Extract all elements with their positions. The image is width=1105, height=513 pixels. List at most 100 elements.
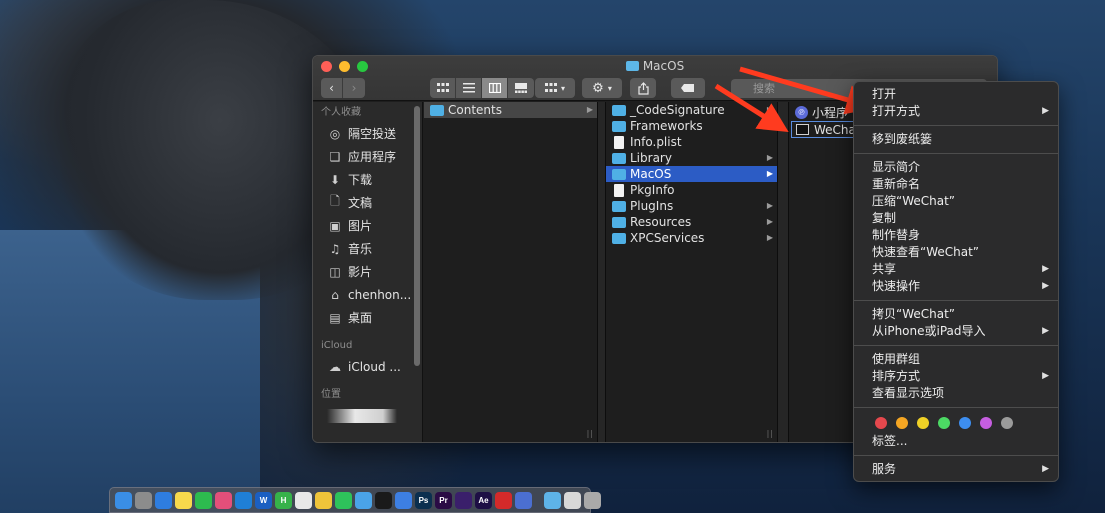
- column-resize-handle[interactable]: ||: [587, 429, 594, 438]
- list-item[interactable]: PkgInfo: [606, 182, 777, 198]
- list-item[interactable]: Contents ▶: [424, 102, 597, 118]
- sidebar-item-music[interactable]: ♫ 音乐: [313, 237, 422, 260]
- sidebar-item-applications[interactable]: ❑ 应用程序: [313, 145, 422, 168]
- list-item[interactable]: Resources ▶: [606, 214, 777, 230]
- menu-item-share[interactable]: 共享 ▶: [854, 261, 1058, 278]
- menu-item-duplicate[interactable]: 复制: [854, 210, 1058, 227]
- sidebar-item-desktop[interactable]: ▤ 桌面: [313, 306, 422, 329]
- grid-icon: [436, 83, 449, 92]
- tag-color-dot-6[interactable]: [1001, 417, 1013, 429]
- column-resize-handle[interactable]: ||: [767, 429, 774, 438]
- menu-item-move-to-trash[interactable]: 移到废纸篓: [854, 131, 1058, 148]
- list-item[interactable]: PlugIns ▶: [606, 198, 777, 214]
- sidebar-item-home[interactable]: ⌂ chenhon...: [313, 283, 422, 306]
- sidebar-item-label: 影片: [348, 265, 373, 279]
- view-mode-control: [430, 78, 534, 98]
- menu-item-show-view-options[interactable]: 查看显示选项: [854, 385, 1058, 402]
- menu-item-open[interactable]: 打开: [854, 86, 1058, 103]
- sidebar-item-downloads[interactable]: ⬇ 下载: [313, 168, 422, 191]
- drive-icon[interactable]: [564, 491, 581, 509]
- list-view-button[interactable]: [456, 78, 482, 98]
- sidebar-item-icloud-drive[interactable]: ☁ iCloud ...: [313, 355, 422, 378]
- menu-item-sort-by[interactable]: 排序方式 ▶: [854, 368, 1058, 385]
- tag-color-dot-0[interactable]: [875, 417, 887, 429]
- sidebar-item-pictures[interactable]: ▣ 图片: [313, 214, 422, 237]
- sidebar-item-label: iCloud ...: [348, 359, 401, 374]
- menu-item-compress[interactable]: 压缩“WeChat”: [854, 193, 1058, 210]
- gear-icon: ⚙: [592, 80, 604, 96]
- forward-button[interactable]: ›: [343, 78, 365, 98]
- list-item[interactable]: Library ▶: [606, 150, 777, 166]
- menu-item-make-alias[interactable]: 制作替身: [854, 227, 1058, 244]
- tag-color-dot-1[interactable]: [896, 417, 908, 429]
- menu-item-quick-actions[interactable]: 快速操作 ▶: [854, 278, 1058, 295]
- safari-icon[interactable]: [155, 491, 172, 509]
- wechat-icon[interactable]: [335, 491, 352, 509]
- file-icon: [614, 135, 624, 149]
- app-icon[interactable]: [455, 491, 472, 509]
- sidebar-item-label: 下载: [348, 173, 373, 187]
- menu-item-quick-look[interactable]: 快速查看“WeChat”: [854, 244, 1058, 261]
- menu-item-import-from-iphone[interactable]: 从iPhone或iPad导入 ▶: [854, 323, 1058, 340]
- intellij-icon[interactable]: [215, 491, 232, 509]
- group-button[interactable]: ▾: [535, 78, 575, 98]
- share-button[interactable]: [630, 78, 656, 98]
- terminal-icon[interactable]: [375, 491, 392, 509]
- folder-icon: [612, 120, 626, 132]
- list-item[interactable]: Info.plist: [606, 134, 777, 150]
- menu-item-get-info[interactable]: 显示简介: [854, 159, 1058, 176]
- column-view-button[interactable]: [482, 78, 508, 98]
- notes-icon[interactable]: [175, 491, 192, 509]
- menu-item-open-with[interactable]: 打开方式 ▶: [854, 103, 1058, 120]
- action-button[interactable]: ⚙ ▾: [582, 78, 622, 98]
- premiere-icon[interactable]: Pr: [435, 491, 452, 509]
- sidebar-item-airdrop[interactable]: ◎ 隔空投送: [313, 122, 422, 145]
- tag-color-dot-4[interactable]: [959, 417, 971, 429]
- wechat-devtools-icon[interactable]: [195, 491, 212, 509]
- sidebar-item-movies[interactable]: ◫ 影片: [313, 260, 422, 283]
- menu-item-copy[interactable]: 拷贝“WeChat”: [854, 306, 1058, 323]
- word-icon[interactable]: W: [255, 491, 272, 509]
- context-menu: 打开 打开方式 ▶ 移到废纸篓 显示简介 重新命名 压缩“WeChat” 复制 制…: [853, 81, 1059, 482]
- list-item[interactable]: _CodeSignature ▶: [606, 102, 777, 118]
- list-item-selected[interactable]: MacOS ▶: [606, 166, 777, 182]
- column-divider[interactable]: [778, 102, 789, 442]
- maps-icon[interactable]: [395, 491, 412, 509]
- photoshop-icon[interactable]: Ps: [415, 491, 432, 509]
- submenu-arrow-icon: ▶: [1042, 464, 1049, 474]
- menu-item-label: 共享: [872, 262, 897, 276]
- messages-icon[interactable]: [295, 491, 312, 509]
- gallery-view-button[interactable]: [508, 78, 534, 98]
- menu-item-use-groups[interactable]: 使用群组: [854, 351, 1058, 368]
- aftereffects-icon[interactable]: Ae: [475, 491, 492, 509]
- sidebar-scrollbar[interactable]: [414, 106, 420, 366]
- menu-item-rename[interactable]: 重新命名: [854, 176, 1058, 193]
- icon-view-button[interactable]: [430, 78, 456, 98]
- launchpad-icon[interactable]: [135, 491, 152, 509]
- column-divider[interactable]: [598, 102, 606, 442]
- back-button[interactable]: ‹: [321, 78, 344, 98]
- iqiyi-icon[interactable]: [495, 491, 512, 509]
- menu-item-label: 服务: [872, 462, 897, 476]
- app2-icon[interactable]: [515, 491, 532, 509]
- vscode-icon[interactable]: [235, 491, 252, 509]
- chrome-icon[interactable]: [315, 491, 332, 509]
- download-icon: ⬇: [329, 172, 341, 187]
- trash-icon[interactable]: [584, 491, 601, 509]
- menu-item-tags[interactable]: 标签...: [854, 433, 1058, 450]
- list-item[interactable]: XPCServices ▶: [606, 230, 777, 246]
- finder-icon[interactable]: [115, 491, 132, 509]
- menu-item-label: 打开方式: [872, 104, 921, 118]
- tag-button[interactable]: [671, 78, 705, 98]
- hbuilder-icon[interactable]: H: [275, 491, 292, 509]
- tag-color-dot-2[interactable]: [917, 417, 929, 429]
- qq-icon[interactable]: [355, 491, 372, 509]
- tag-color-dot-5[interactable]: [980, 417, 992, 429]
- sidebar-item-location-redacted[interactable]: [313, 404, 422, 427]
- folder-icon[interactable]: [544, 491, 561, 509]
- menu-item-services[interactable]: 服务 ▶: [854, 461, 1058, 478]
- tag-color-dot-3[interactable]: [938, 417, 950, 429]
- sidebar-item-documents[interactable]: 🗋 文稿: [313, 191, 422, 214]
- airdrop-icon: ◎: [329, 126, 341, 141]
- list-item[interactable]: Frameworks ▶: [606, 118, 777, 134]
